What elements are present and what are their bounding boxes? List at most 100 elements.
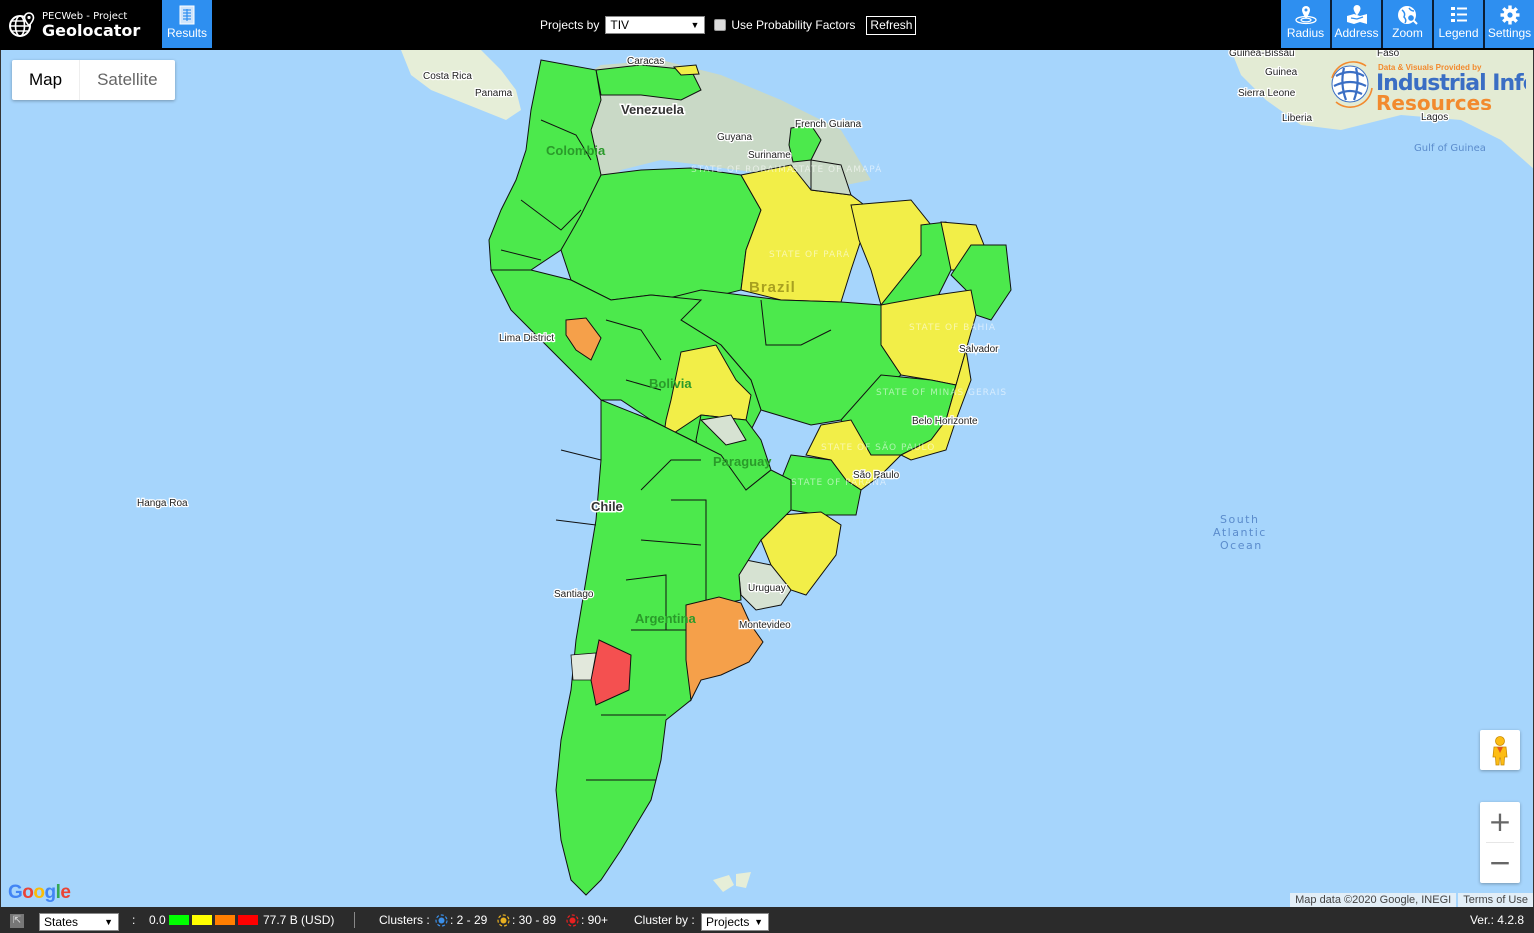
map-data-credit: Map data ©2020 Google, INEGI (1290, 893, 1457, 907)
scale-swatch-yellow (192, 915, 212, 925)
scale-swatch-red (238, 915, 258, 925)
map-type-map-button[interactable]: Map (12, 60, 79, 100)
legend-label: Legend (1438, 26, 1479, 40)
label-liberia: Liberia (1282, 113, 1312, 124)
label-argentina: Argentina (635, 611, 696, 626)
radius-label: Radius (1286, 26, 1325, 40)
label-suriname: Suriname (748, 150, 791, 161)
zoom-in-button[interactable]: + (1480, 802, 1520, 842)
globe-pin-icon (9, 12, 35, 37)
app-root: PECWeb - Project Geolocator Results Proj… (0, 0, 1534, 933)
external-link-icon[interactable]: ⇱ (10, 914, 24, 928)
label-state-amapa: STATE OF AMAPÁ (792, 163, 882, 175)
refresh-button[interactable]: Refresh (866, 15, 917, 35)
projects-by-value: TIV (610, 18, 630, 32)
scale-swatch-orange (215, 915, 235, 925)
settings-button[interactable]: Settings (1483, 0, 1534, 48)
map-tools-group: Radius Address Zoom Legend Settings (1281, 0, 1534, 48)
gear-icon (1485, 0, 1534, 26)
clusters-label: Clusters : (379, 913, 430, 927)
zoom-out-button[interactable]: − (1480, 843, 1520, 883)
cluster-red-icon (566, 914, 579, 927)
results-button[interactable]: Results (162, 0, 212, 48)
document-icon (162, 0, 212, 26)
label-brazil: Brazil (749, 279, 796, 296)
label-guyana: Guyana (717, 132, 752, 143)
provider-line2: Resources (1376, 91, 1492, 110)
label-french-guiana: French Guiana (795, 119, 862, 130)
legend-list-icon (1434, 0, 1483, 26)
label-uruguay: Uruguay (748, 583, 786, 594)
label-paraguay: Paraguay (713, 454, 772, 469)
label-state-roraima: STATE OF RORAIMA (691, 165, 794, 175)
chevron-down-icon: ▼ (690, 20, 700, 30)
scale-max-value: 77.7 B (USD) (263, 913, 335, 927)
pegman-icon (1492, 736, 1508, 766)
projects-by-select[interactable]: TIV ▼ (605, 16, 706, 34)
address-label: Address (1334, 26, 1379, 40)
use-probability-checkbox[interactable] (714, 19, 727, 31)
google-logo-o1: o (22, 882, 34, 903)
google-logo: Google (8, 882, 71, 904)
street-view-pegman[interactable] (1480, 730, 1520, 770)
app-title: Geolocator (42, 20, 141, 40)
cluster-blue-range: : 2 - 29 (450, 913, 488, 927)
cluster-by-value: Projects (706, 915, 750, 929)
google-logo-g: G (8, 882, 23, 903)
label-state-para: STATE OF PARÁ (769, 248, 850, 260)
cluster-red-range: : 90+ (581, 913, 609, 927)
cluster-by-label: Cluster by : (634, 913, 695, 927)
map-layer: Venezuela Colombia Brazil Bolivia Paragu… (136, 50, 1533, 896)
label-state-parana: STATE OF PARANÁ (791, 476, 887, 488)
layer-select-value: States (44, 915, 79, 929)
label-state-minas: STATE OF MINAS GERAIS (876, 388, 1007, 398)
cluster-yellow-icon (497, 914, 510, 927)
top-toolbar: PECWeb - Project Geolocator Results Proj… (0, 0, 1534, 50)
address-map-icon (1332, 0, 1381, 26)
projects-by-label: Projects by (540, 18, 600, 32)
app-brand: PECWeb - Project Geolocator (8, 6, 140, 44)
map-canvas[interactable]: Venezuela Colombia Brazil Bolivia Paragu… (0, 50, 1534, 907)
map-type-satellite-button[interactable]: Satellite (79, 60, 174, 100)
label-ocean-ocean: Ocean (1220, 539, 1263, 552)
use-probability-label: Use Probability Factors (731, 18, 856, 32)
cluster-yellow-range: : 30 - 89 (512, 913, 557, 927)
label-costa-rica: Costa Rica (423, 71, 472, 82)
address-button[interactable]: Address (1330, 0, 1381, 48)
label-state-sao-paulo: STATE OF SÃO PAULO (821, 442, 935, 453)
scale-min-value: 0.0 (149, 913, 166, 927)
zoom-control: + − (1480, 802, 1520, 883)
terms-of-use-link[interactable]: Terms of Use (1458, 893, 1533, 907)
cluster-by-select[interactable]: Projects ▼ (701, 913, 769, 931)
label-colombia: Colombia (546, 143, 606, 158)
radius-button[interactable]: Radius (1281, 0, 1330, 48)
radius-pin-icon (1281, 0, 1330, 26)
map-attribution: Map data ©2020 Google, INEGI Terms of Us… (1290, 893, 1533, 907)
projects-controls: Projects by TIV ▼ Use Probability Factor… (540, 15, 917, 35)
google-logo-e: e (60, 882, 71, 903)
region-buenos-aires (685, 596, 764, 702)
cluster-blue-icon (435, 914, 448, 927)
app-subtitle: PECWeb - Project (42, 10, 128, 22)
settings-label: Settings (1487, 26, 1532, 40)
label-hanga-roa: Hanga Roa (137, 498, 188, 509)
google-logo-o2: o (33, 882, 45, 903)
label-santiago: Santiago (554, 589, 594, 600)
central-america-land (401, 50, 521, 120)
label-ocean-south: South (1220, 513, 1259, 526)
legend-button[interactable]: Legend (1432, 0, 1483, 48)
label-caracas: Caracas (627, 56, 664, 67)
label-venezuela: Venezuela (621, 102, 685, 117)
status-divider (354, 912, 355, 928)
chevron-down-icon: ▼ (754, 917, 763, 927)
label-chile: Chile (591, 499, 623, 514)
zoom-globe-icon (1383, 0, 1432, 26)
label-guinea-bissau: Guinea-Bissau (1229, 50, 1295, 59)
status-bar: ⇱ States ▼ : 0.0 77.7 B (USD) Clusters :… (0, 907, 1534, 933)
label-belo-horizonte: Belo Horizonte (912, 416, 978, 427)
label-ocean-atlantic: Atlantic (1213, 526, 1267, 539)
zoom-button[interactable]: Zoom (1381, 0, 1432, 48)
layer-select[interactable]: States ▼ (39, 913, 119, 931)
scale-colon: : (132, 913, 136, 927)
scale-swatch-green (169, 915, 189, 925)
